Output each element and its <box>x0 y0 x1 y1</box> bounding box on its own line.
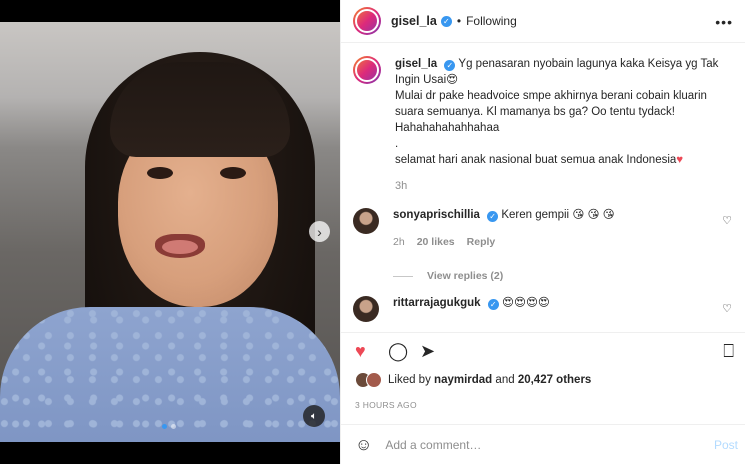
verified-badge-icon: ✓ <box>440 15 452 27</box>
comment-meta: 2h 20 likes Reply <box>393 235 713 250</box>
likes-user[interactable]: naymirdad <box>434 374 492 386</box>
carousel-dots <box>162 424 176 429</box>
caption-body: gisel_la ✓ Yg penasaran nyobain lagunya … <box>395 56 725 194</box>
comment-emojis: 😍😍😍😍 <box>501 297 550 309</box>
likes-others[interactable]: 20,427 others <box>518 374 592 386</box>
video-frame-eye <box>147 167 173 179</box>
view-replies-label: View replies (2) <box>427 270 504 282</box>
avatar[interactable] <box>353 296 379 322</box>
post-button[interactable]: Post <box>714 438 738 452</box>
sound-toggle-button[interactable]: 🔈︎ <box>303 405 325 427</box>
action-bar: ♥ ◯ ➤ ⎕ <box>341 332 745 368</box>
heart-outline-icon[interactable]: ♡ <box>722 302 732 315</box>
caption-line: Mulai dr pake headvoice smpe akhirnya be… <box>395 90 707 134</box>
avatar <box>366 372 382 388</box>
comment-likes[interactable]: 20 likes <box>417 235 455 250</box>
comments-list: gisel_la ✓ Yg penasaran nyobain lagunya … <box>341 44 745 332</box>
avatar[interactable] <box>353 56 381 84</box>
post-video[interactable] <box>0 22 340 442</box>
view-replies-button[interactable]: View replies (2) <box>393 270 503 282</box>
comment-body: sonyaprischillia ✓ Keren gempii 😘 😘 😘 2h… <box>393 208 713 250</box>
video-frame-tongue <box>162 240 198 254</box>
chevron-right-icon: › <box>317 223 322 240</box>
post-side-panel: gisel_la ✓ • Following ••• gisel_la ✓ Yg… <box>340 0 745 464</box>
comment-username[interactable]: rittarrajagukguk <box>393 297 481 309</box>
comment-body: rittarrajagukguk ✓ 😍😍😍😍 <box>393 296 713 322</box>
carousel-dot <box>162 424 167 429</box>
add-comment-bar: ☺ Post <box>341 424 745 464</box>
avatar[interactable] <box>353 7 381 35</box>
likes-prefix: Liked by <box>388 374 431 386</box>
caption-time[interactable]: 3h <box>395 178 725 194</box>
verified-badge-icon: ✓ <box>487 299 499 310</box>
post-viewer: › 🔈︎ gisel_la ✓ • Following ••• gisel_la <box>0 0 745 464</box>
next-slide-button[interactable]: › <box>309 221 330 242</box>
header-username[interactable]: gisel_la <box>391 14 437 28</box>
video-frame-dress <box>0 307 340 442</box>
likes-summary: Liked by naymirdad and 20,427 others <box>355 372 591 388</box>
heart-filled-icon[interactable]: ♥ <box>355 341 366 362</box>
video-frame-eye <box>220 167 246 179</box>
post-date[interactable]: 3 HOURS AGO <box>355 400 417 410</box>
verified-badge-icon: ✓ <box>444 60 456 71</box>
caption-emoji: 😍 <box>446 74 459 86</box>
comment-emojis: 😘 😘 😘 <box>572 209 615 221</box>
bookmark-icon[interactable]: ⎕ <box>723 341 734 362</box>
following-button[interactable]: Following <box>466 14 517 28</box>
media-panel: › 🔈︎ <box>0 0 340 464</box>
comment-item: rittarrajagukguk ✓ 😍😍😍😍 ♡ <box>353 296 738 322</box>
comment-item: sonyaprischillia ✓ Keren gempii 😘 😘 😘 2h… <box>353 208 738 250</box>
likes-middle: and <box>495 374 515 386</box>
caption-username[interactable]: gisel_la <box>395 58 437 70</box>
comment-icon[interactable]: ◯ <box>388 341 408 362</box>
caption-line: Yg penasaran nyobain lagunya kaka Keisya… <box>395 58 719 86</box>
caption: gisel_la ✓ Yg penasaran nyobain lagunya … <box>353 56 733 194</box>
caption-line: . <box>395 138 399 150</box>
comment-text: Keren gempii <box>501 209 570 221</box>
header-separator: • <box>456 14 462 28</box>
send-icon[interactable]: ➤ <box>420 341 435 362</box>
replies-divider <box>393 275 413 277</box>
comment-username[interactable]: sonyaprischillia <box>393 209 480 221</box>
emoji-icon[interactable]: ☺ <box>355 435 372 455</box>
speaker-icon: 🔈︎ <box>311 410 317 422</box>
avatar[interactable] <box>353 208 379 234</box>
more-horizontal-icon[interactable]: ••• <box>715 14 733 30</box>
caption-emoji: ♥ <box>676 154 684 166</box>
comment-time[interactable]: 2h <box>393 235 405 250</box>
verified-badge-icon: ✓ <box>487 211 499 222</box>
heart-outline-icon[interactable]: ♡ <box>722 214 732 227</box>
post-header: gisel_la ✓ • Following ••• <box>341 0 745 43</box>
add-comment-input[interactable] <box>385 437 686 452</box>
video-frame-bangs <box>110 62 290 157</box>
caption-line: selamat hari anak nasional buat semua an… <box>395 154 677 166</box>
reply-button[interactable]: Reply <box>467 235 496 250</box>
carousel-dot <box>171 424 176 429</box>
